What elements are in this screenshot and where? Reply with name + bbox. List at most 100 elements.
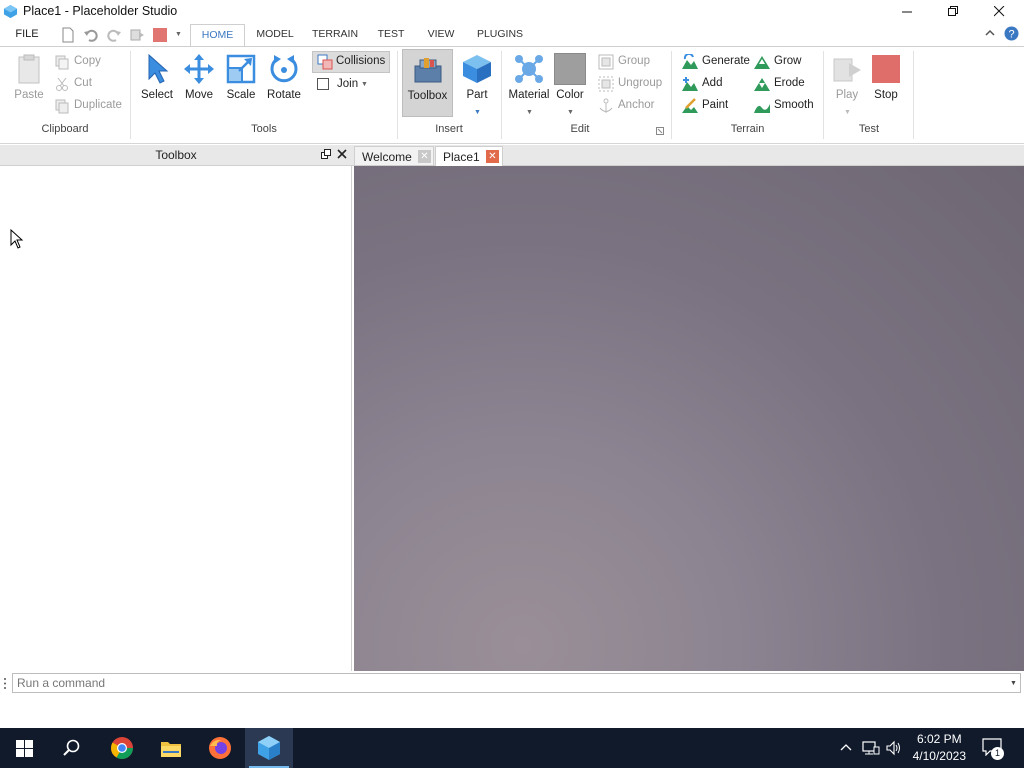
tab-welcome-label: Welcome bbox=[362, 150, 412, 164]
clock-time: 6:02 PM bbox=[916, 732, 962, 746]
studio-taskbar-button[interactable] bbox=[245, 728, 293, 768]
taskbar-clock[interactable]: 6:02 PM 4/10/2023 bbox=[913, 731, 966, 765]
3d-viewport[interactable] bbox=[354, 166, 1024, 671]
toolbox-button[interactable]: Toolbox bbox=[402, 49, 453, 117]
taskbar: 6:02 PM 4/10/2023 1 bbox=[0, 728, 1024, 768]
stop-button[interactable]: Stop bbox=[861, 49, 911, 117]
close-tab-place1-icon[interactable]: ✕ bbox=[486, 150, 499, 163]
clock-date: 4/10/2023 bbox=[912, 749, 966, 763]
tab-test[interactable]: TEST bbox=[372, 23, 410, 46]
paste-label: Paste bbox=[14, 89, 44, 101]
chrome-icon bbox=[111, 737, 133, 759]
duplicate-label: Duplicate bbox=[74, 99, 122, 111]
tab-welcome[interactable]: Welcome ✕ bbox=[354, 146, 434, 166]
collisions-toggle[interactable]: Collisions bbox=[312, 51, 390, 73]
rotate-button[interactable]: Rotate bbox=[259, 49, 309, 117]
join-dropdown-icon[interactable]: ▼ bbox=[361, 81, 368, 88]
tab-view[interactable]: VIEW bbox=[422, 23, 460, 46]
color-dropdown-icon[interactable]: ▼ bbox=[567, 109, 574, 116]
color-label: Color bbox=[556, 89, 584, 101]
stop-icon bbox=[872, 55, 900, 83]
tab-place1[interactable]: Place1 ✕ bbox=[435, 146, 503, 166]
minimize-icon bbox=[901, 11, 912, 13]
terrain-grow-label: Grow bbox=[774, 55, 802, 67]
part-cube-icon bbox=[463, 55, 491, 83]
close-panel-icon[interactable] bbox=[337, 149, 348, 160]
file-explorer-taskbar-button[interactable] bbox=[147, 728, 195, 768]
ungroup-label: Ungroup bbox=[618, 77, 663, 89]
restore-button[interactable] bbox=[930, 0, 976, 23]
collapse-ribbon-icon[interactable] bbox=[984, 27, 996, 39]
drag-handle-icon[interactable] bbox=[3, 677, 7, 690]
material-icon bbox=[515, 55, 543, 83]
terrain-paint-label: Paint bbox=[702, 99, 729, 111]
paste-button[interactable]: Paste bbox=[4, 49, 54, 117]
tab-plugins[interactable]: PLUGINS bbox=[472, 23, 528, 46]
tab-file[interactable]: FILE bbox=[8, 23, 46, 46]
search-icon bbox=[63, 739, 80, 756]
part-label: Part bbox=[466, 89, 488, 101]
cut-icon bbox=[56, 77, 68, 91]
stop-icon-small[interactable] bbox=[152, 27, 168, 43]
close-button[interactable] bbox=[976, 0, 1022, 23]
edit-group-label: Edit bbox=[570, 123, 590, 135]
part-button[interactable]: Part ▼ bbox=[452, 49, 502, 117]
tab-model[interactable]: MODEL bbox=[252, 23, 298, 46]
paste-icon bbox=[18, 54, 40, 84]
undock-panel-icon[interactable] bbox=[321, 149, 332, 160]
ribbon-tab-bar: FILE ▼ HOME MODEL TERRAIN TEST VIEW PLUG… bbox=[0, 23, 1024, 47]
help-icon[interactable]: ? bbox=[1004, 26, 1019, 41]
play-icon bbox=[833, 58, 861, 82]
copy-icon bbox=[55, 55, 69, 70]
part-dropdown-icon[interactable]: ▼ bbox=[474, 109, 481, 116]
tab-terrain[interactable]: TERRAIN bbox=[308, 23, 362, 46]
undo-icon[interactable] bbox=[83, 27, 99, 43]
terrain-generate-icon bbox=[682, 54, 698, 69]
command-history-dropdown-icon[interactable]: ▼ bbox=[1010, 680, 1017, 687]
title-bar: Place1 - Placeholder Studio bbox=[0, 0, 1024, 23]
edit-settings-launcher-icon[interactable] bbox=[656, 127, 664, 135]
group-separator bbox=[913, 51, 914, 139]
close-tab-welcome-icon[interactable]: ✕ bbox=[418, 150, 431, 163]
tab-home[interactable]: HOME bbox=[190, 24, 245, 47]
windows-logo-icon bbox=[15, 739, 33, 757]
new-file-icon[interactable] bbox=[60, 27, 76, 43]
color-button[interactable]: Color ▼ bbox=[545, 49, 595, 117]
qat-customize-icon[interactable]: ▼ bbox=[175, 31, 182, 38]
clipboard-group-label: Clipboard bbox=[41, 123, 89, 135]
window-title: Place1 - Placeholder Studio bbox=[23, 4, 178, 18]
rotate-icon bbox=[270, 55, 298, 83]
play-dropdown-icon[interactable]: ▼ bbox=[844, 109, 851, 116]
join-label: Join bbox=[337, 78, 359, 90]
minimize-button[interactable] bbox=[884, 0, 930, 23]
toolbox-panel-title: Toolbox bbox=[155, 148, 197, 162]
toolbox-icon bbox=[414, 58, 441, 83]
notification-center-button[interactable]: 1 bbox=[982, 738, 1004, 760]
join-checkbox[interactable] bbox=[317, 78, 329, 90]
toolbox-panel[interactable] bbox=[0, 166, 352, 671]
network-icon[interactable] bbox=[862, 740, 880, 756]
terrain-paint-icon bbox=[682, 98, 698, 113]
redo-icon[interactable] bbox=[106, 27, 122, 43]
insert-group-label: Insert bbox=[435, 123, 463, 135]
start-button[interactable] bbox=[0, 728, 48, 768]
terrain-smooth-icon bbox=[754, 104, 770, 113]
color-swatch-icon bbox=[554, 53, 586, 85]
join-toggle[interactable]: Join ▼ bbox=[317, 75, 377, 95]
duplicate-icon bbox=[55, 99, 69, 114]
play-icon-small[interactable] bbox=[129, 27, 145, 43]
document-tab-bar: Welcome ✕ Place1 ✕ bbox=[352, 145, 1024, 166]
firefox-icon bbox=[209, 737, 231, 759]
toolbox-label: Toolbox bbox=[407, 90, 448, 102]
command-input[interactable] bbox=[12, 673, 1021, 693]
show-hidden-icons-icon[interactable] bbox=[840, 742, 852, 752]
restore-icon bbox=[947, 6, 958, 16]
firefox-taskbar-button[interactable] bbox=[196, 728, 244, 768]
group-label: Group bbox=[618, 55, 650, 67]
volume-icon[interactable] bbox=[886, 740, 902, 756]
copy-label: Copy bbox=[74, 55, 101, 67]
terrain-add-icon bbox=[682, 77, 698, 91]
chrome-taskbar-button[interactable] bbox=[98, 728, 146, 768]
material-dropdown-icon[interactable]: ▼ bbox=[526, 109, 533, 116]
search-button[interactable] bbox=[48, 728, 96, 768]
